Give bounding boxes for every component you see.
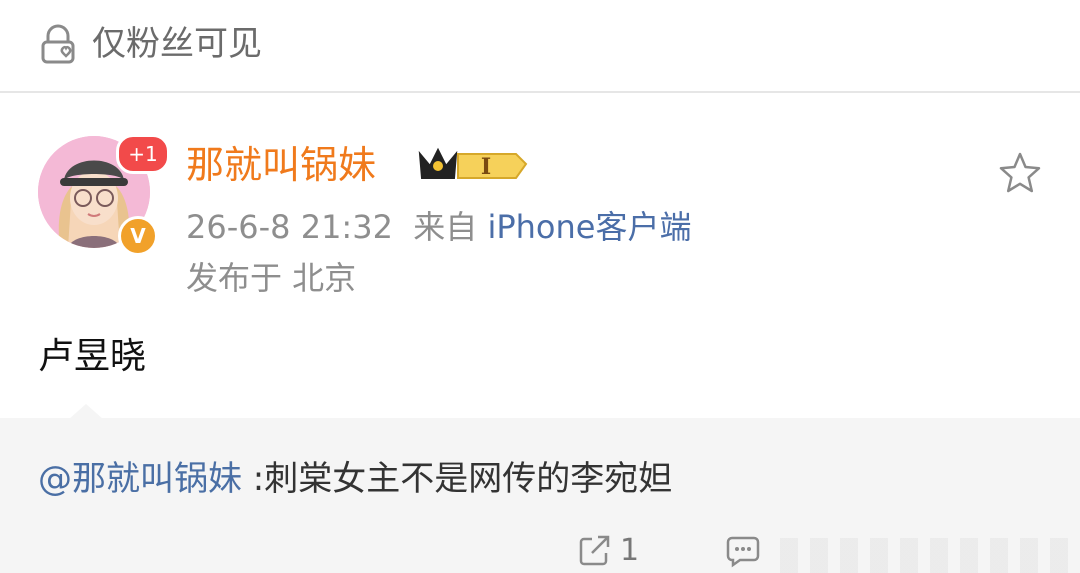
new-follow-badge: +1: [116, 134, 170, 174]
author-name[interactable]: 那就叫锅妹: [186, 142, 376, 188]
favorite-star-icon[interactable]: [996, 150, 1044, 198]
post-timestamp: 26-6-8 21:32: [186, 208, 393, 246]
repost-text: :刺棠女主不是网传的李宛妲: [242, 459, 673, 499]
watermark: [780, 538, 1080, 573]
share-button[interactable]: 1: [578, 532, 639, 568]
lock-heart-icon: [41, 24, 75, 64]
source-device[interactable]: iPhone客户端: [487, 208, 691, 246]
post-location: 发布于 北京: [186, 259, 357, 297]
share-icon: [579, 535, 610, 566]
visibility-label: 仅粉丝可见: [92, 24, 262, 64]
member-crown-badge[interactable]: I: [416, 144, 528, 184]
author-avatar[interactable]: +1 V: [38, 134, 170, 256]
repost-mention-link[interactable]: @那就叫锅妹: [38, 459, 242, 499]
source-prefix: 来自: [413, 208, 478, 246]
verified-badge: V: [118, 216, 158, 256]
post-text: 卢昱晓: [38, 336, 147, 377]
repost-line: @那就叫锅妹 :刺棠女主不是网传的李宛妲: [38, 456, 672, 502]
share-count: 1: [620, 532, 640, 568]
post-meta-time: 26-6-8 21:32 来自 iPhone客户端: [186, 205, 691, 249]
comment-icon[interactable]: [726, 534, 760, 568]
level-badge-text: I: [481, 154, 491, 180]
visibility-bar: 仅粉丝可见: [0, 0, 1080, 93]
